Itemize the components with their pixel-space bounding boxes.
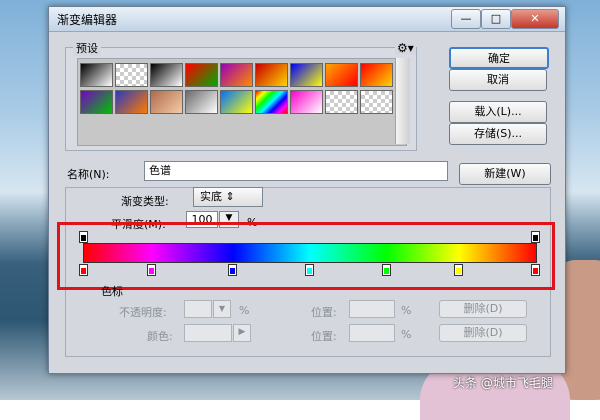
preset-swatch[interactable] <box>185 63 218 87</box>
preset-swatch[interactable] <box>220 90 253 114</box>
preset-swatch[interactable] <box>255 63 288 87</box>
presets-scrollbar[interactable] <box>395 58 410 144</box>
preset-swatch[interactable] <box>115 90 148 114</box>
title-bar: 渐变编辑器 — □ ✕ <box>49 7 565 32</box>
preset-swatch[interactable] <box>360 90 393 114</box>
cancel-button[interactable]: 取消 <box>449 69 547 91</box>
gradient-type-label: 渐变类型: <box>121 195 169 208</box>
preset-swatch[interactable] <box>115 63 148 87</box>
gear-icon[interactable]: ⚙▾ <box>395 41 416 55</box>
preset-swatch[interactable] <box>325 90 358 114</box>
color-location-input[interactable] <box>349 324 395 342</box>
ok-button[interactable]: 确定 <box>449 47 549 69</box>
preset-swatch[interactable] <box>255 90 288 114</box>
preset-swatch[interactable] <box>290 90 323 114</box>
save-button[interactable]: 存储(S)... <box>449 123 547 145</box>
watermark-text: 头条 @城市飞毛腿 <box>453 376 553 390</box>
color-arrow-icon[interactable]: ▶ <box>233 324 251 342</box>
preset-swatch[interactable] <box>80 90 113 114</box>
preset-swatch[interactable] <box>290 63 323 87</box>
presets-swatch-grid <box>77 58 407 146</box>
preset-swatch[interactable] <box>185 90 218 114</box>
gradient-type-select[interactable]: 实底 ⇕ <box>193 187 263 207</box>
load-button[interactable]: 载入(L)... <box>449 101 547 123</box>
opacity-label: 不透明度: <box>119 306 167 319</box>
gradient-editor-dialog: 渐变编辑器 — □ ✕ 预设 ⚙▾ 确定 取消 载入(L)... 存储(S)..… <box>48 6 566 374</box>
minimize-button[interactable]: — <box>451 9 481 29</box>
preset-swatch[interactable] <box>150 90 183 114</box>
opacity-location-label: 位置: <box>311 306 337 319</box>
new-button[interactable]: 新建(W) <box>459 163 551 185</box>
opacity-location-input[interactable] <box>349 300 395 318</box>
opacity-location-unit: % <box>401 304 412 317</box>
close-button[interactable]: ✕ <box>511 9 559 29</box>
name-label: 名称(N): <box>67 168 110 181</box>
color-location-unit: % <box>401 328 412 341</box>
preset-swatch[interactable] <box>325 63 358 87</box>
maximize-button[interactable]: □ <box>481 9 511 29</box>
name-input[interactable]: 色谱 <box>144 161 448 181</box>
preset-swatch[interactable] <box>80 63 113 87</box>
opacity-unit: % <box>239 304 250 317</box>
color-label: 颜色: <box>147 330 173 343</box>
presets-label: 预设 <box>73 40 101 56</box>
preset-swatch[interactable] <box>150 63 183 87</box>
color-delete-button[interactable]: 删除(D) <box>439 324 527 342</box>
opacity-delete-button[interactable]: 删除(D) <box>439 300 527 318</box>
highlight-annotation-box <box>57 222 555 290</box>
color-location-label: 位置: <box>311 330 337 343</box>
stops-label: 色标 <box>101 285 123 298</box>
dialog-title: 渐变编辑器 <box>57 13 118 27</box>
color-swatch[interactable] <box>184 324 232 342</box>
opacity-input[interactable] <box>184 300 212 318</box>
opacity-dropdown-icon[interactable]: ▼ <box>213 300 231 318</box>
preset-swatch[interactable] <box>220 63 253 87</box>
preset-swatch[interactable] <box>360 63 393 87</box>
